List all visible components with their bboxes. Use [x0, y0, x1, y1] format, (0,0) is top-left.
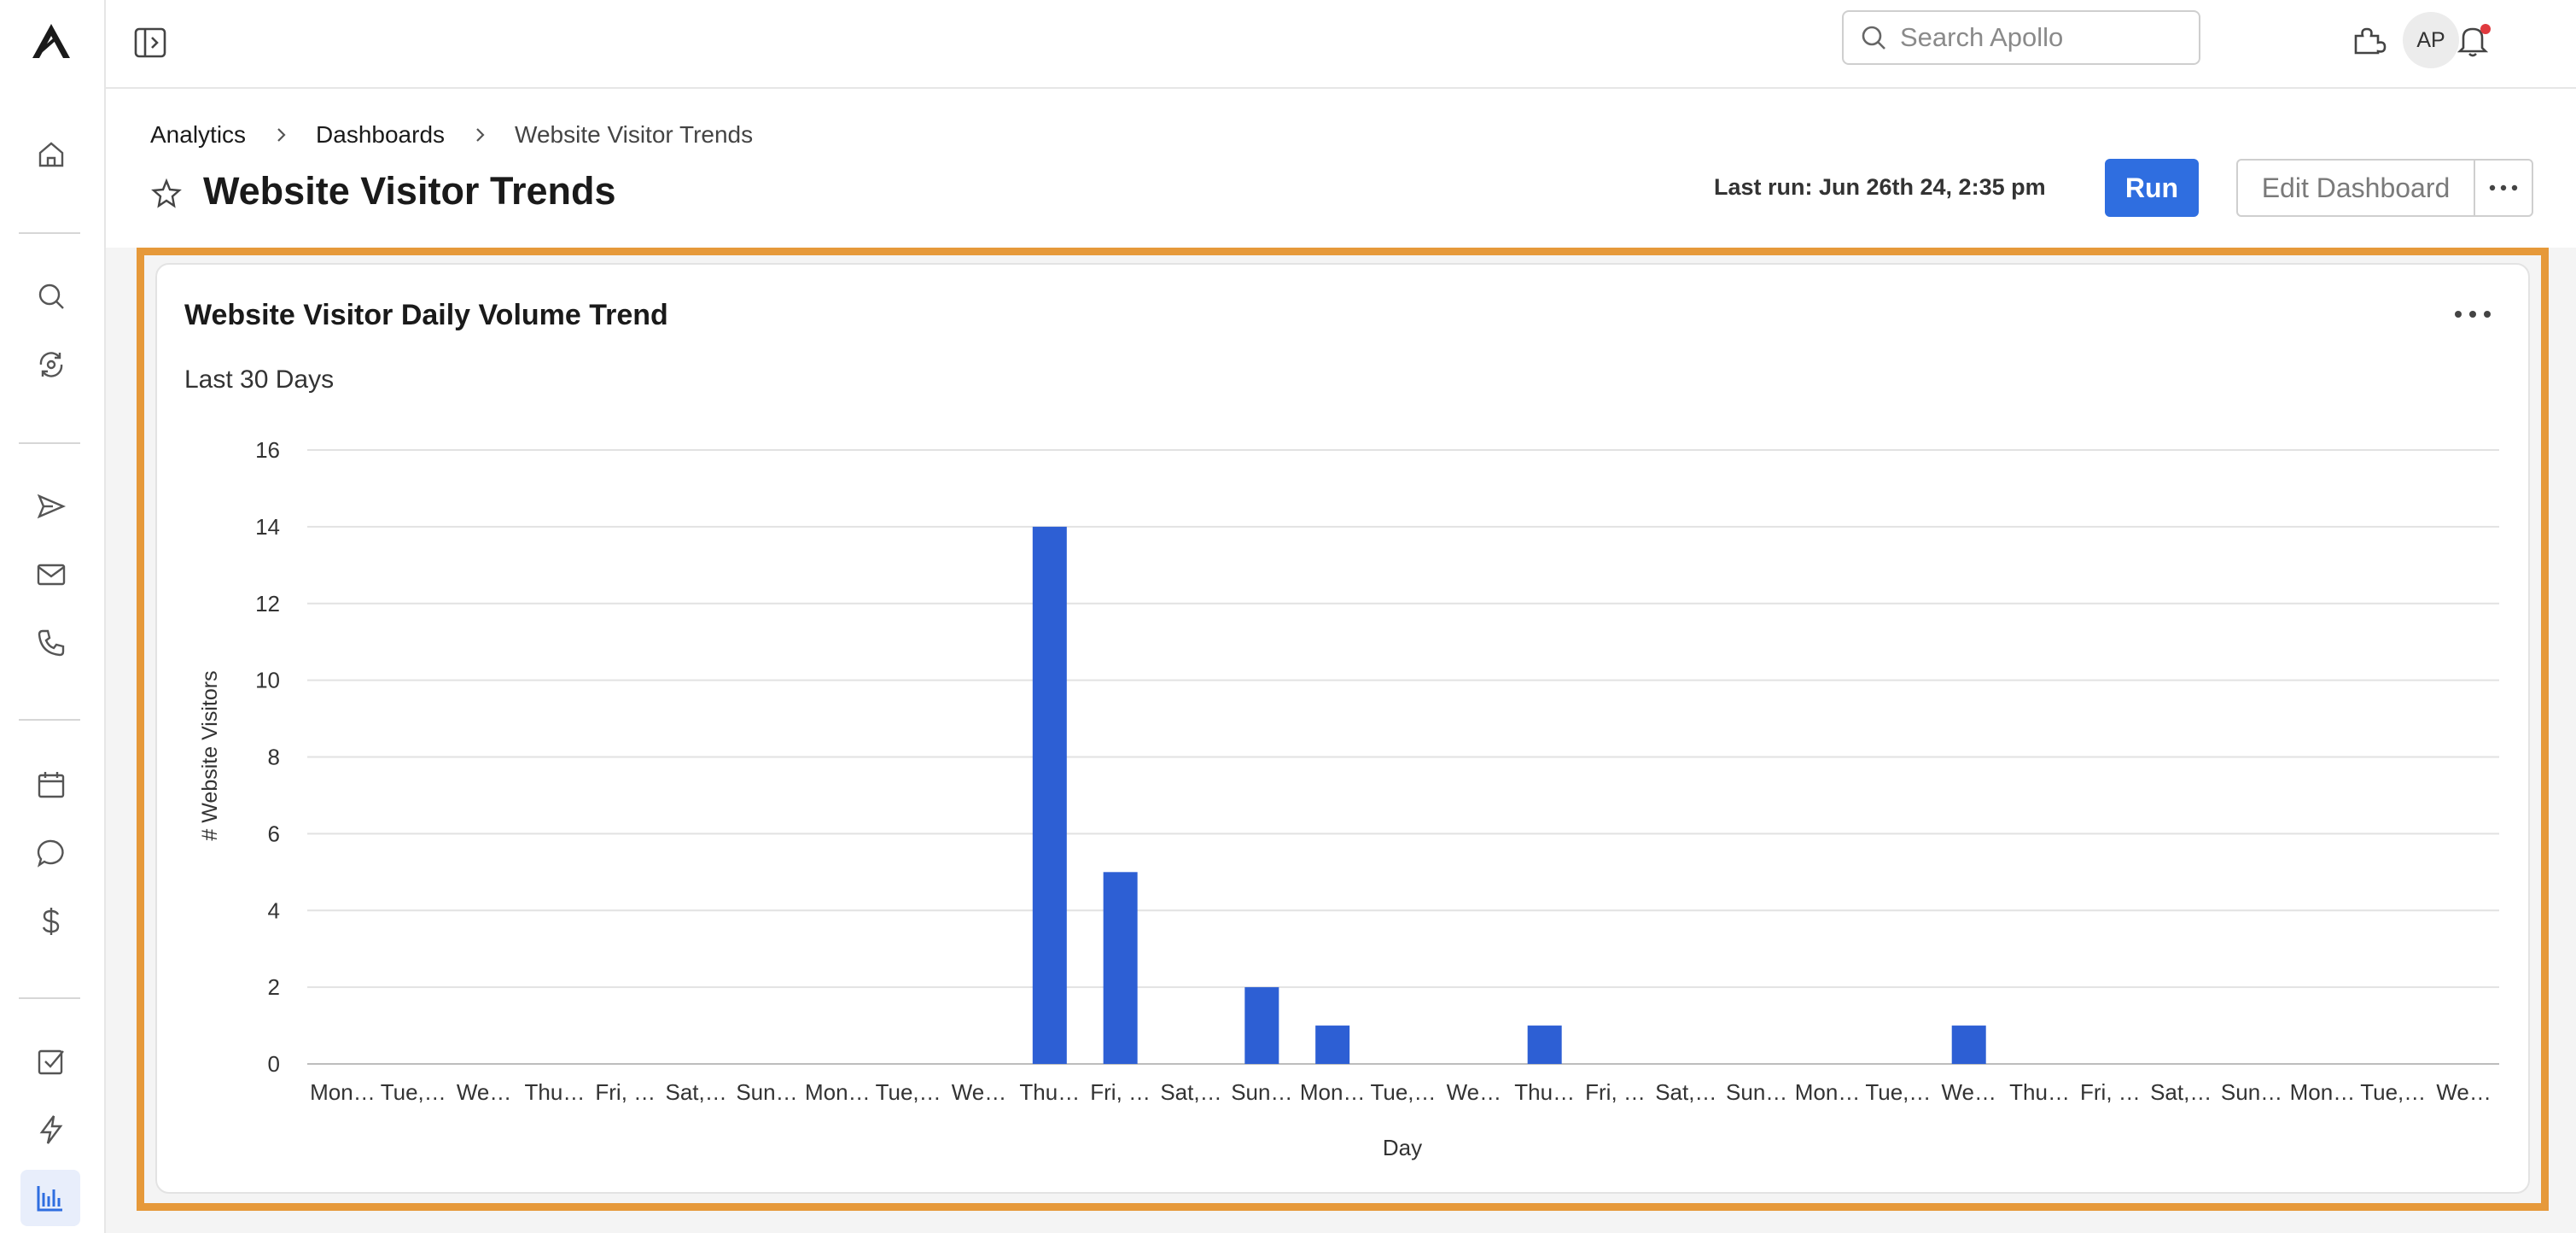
chart-title: Website Visitor Daily Volume Trend: [184, 299, 668, 331]
search-input[interactable]: [1898, 21, 2183, 54]
analytics-icon[interactable]: [20, 1170, 80, 1226]
sidebar-divider: [19, 232, 80, 234]
star-icon[interactable]: [149, 176, 184, 212]
breadcrumb-analytics[interactable]: Analytics: [150, 121, 246, 149]
top-bar: [106, 0, 2576, 89]
chevron-right-icon: [277, 128, 286, 142]
sidebar-divider: [19, 719, 80, 721]
breadcrumb-dashboards[interactable]: Dashboards: [316, 121, 445, 149]
home-icon[interactable]: [32, 135, 71, 174]
avatar[interactable]: AP: [2403, 12, 2459, 68]
search-icon[interactable]: [32, 277, 71, 316]
page-title: Website Visitor Trends: [203, 169, 616, 213]
sidebar-divider: [19, 997, 80, 999]
sidebar: [0, 0, 106, 1233]
search-icon: [1862, 26, 1885, 50]
more-options-button[interactable]: [2474, 159, 2533, 217]
refresh-search-icon[interactable]: [32, 345, 71, 384]
more-horizontal-icon: [2489, 184, 2518, 191]
checkbox-icon[interactable]: [32, 1042, 71, 1081]
edit-dashboard-button[interactable]: Edit Dashboard: [2236, 159, 2475, 217]
chat-icon[interactable]: [32, 833, 71, 873]
sidebar-divider: [19, 442, 80, 444]
run-button[interactable]: Run: [2105, 159, 2199, 217]
chart-subtitle: Last 30 Days: [184, 365, 335, 394]
phone-icon[interactable]: [32, 623, 71, 663]
notification-dot: [2480, 24, 2491, 34]
calendar-icon[interactable]: [32, 765, 71, 804]
lightning-icon[interactable]: [32, 1110, 71, 1149]
breadcrumb-current: Website Visitor Trends: [515, 121, 754, 148]
dollar-icon[interactable]: [32, 902, 71, 941]
apollo-logo-icon[interactable]: [29, 22, 73, 60]
selection-highlight: [137, 248, 2549, 1211]
send-icon[interactable]: [32, 487, 71, 526]
puzzle-icon[interactable]: [2349, 20, 2388, 60]
search-box[interactable]: [1842, 10, 2200, 65]
mail-icon[interactable]: [32, 555, 71, 594]
sidebar-toggle-icon[interactable]: [131, 24, 169, 61]
last-run-timestamp: Last run: Jun 26th 24, 2:35 pm: [1714, 174, 2046, 200]
chevron-right-icon: [476, 128, 485, 142]
breadcrumb: Analytics Dashboards Website Visitor Tre…: [150, 121, 753, 149]
card-more-options-icon[interactable]: [2451, 306, 2494, 323]
